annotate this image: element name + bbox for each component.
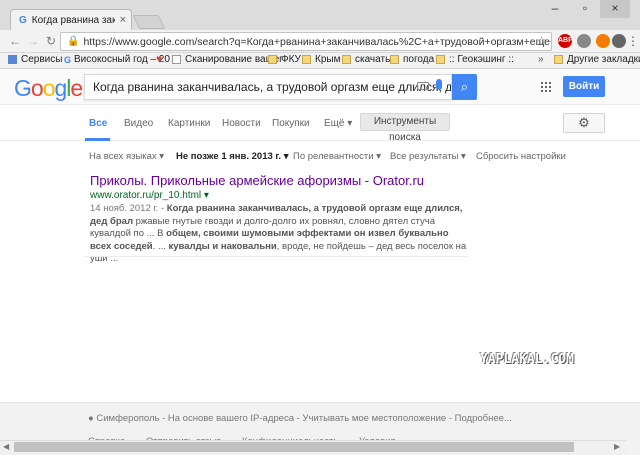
folder-icon bbox=[302, 55, 311, 64]
bookmark-scanning[interactable]: Сканирование вашег bbox=[172, 54, 283, 65]
location-line[interactable]: ● Симферополь - На основе вашего IP-адре… bbox=[88, 413, 512, 424]
folder-icon bbox=[268, 55, 277, 64]
filter-reset[interactable]: Сбросить настройки bbox=[476, 151, 566, 162]
tab-shopping[interactable]: Покупки bbox=[272, 118, 310, 129]
bookmark-crimea[interactable]: Крым bbox=[302, 54, 340, 65]
new-tab-button[interactable] bbox=[132, 15, 166, 29]
apps-grid-icon[interactable] bbox=[541, 82, 551, 92]
address-bar[interactable]: 🔒 https://www.google.com/search?q=Когда+… bbox=[60, 32, 552, 51]
filter-date[interactable]: Не позже 1 янв. 2013 г. ▾ bbox=[176, 151, 288, 162]
bookmark-other[interactable]: Другие закладки bbox=[554, 54, 640, 65]
google-favicon-icon: G bbox=[64, 54, 72, 65]
scroll-right-arrow-icon[interactable]: ▶ bbox=[614, 442, 620, 451]
page-icon bbox=[172, 55, 181, 64]
results-divider bbox=[85, 256, 469, 257]
microphone-icon[interactable] bbox=[436, 79, 442, 90]
result-date: 14 нояб. 2012 г. - bbox=[90, 203, 167, 214]
browser-toolbar: ← → ↻ 🔒 https://www.google.com/search?q=… bbox=[0, 30, 640, 53]
bookmark-download[interactable]: скачать bbox=[342, 54, 390, 65]
bookmark-services[interactable]: Сервисы bbox=[8, 54, 62, 65]
tab-close-icon[interactable]: × bbox=[120, 14, 126, 26]
browser-tab[interactable]: G Когда рванина заканчи × bbox=[10, 9, 132, 30]
search-input[interactable]: Когда рванина заканчивалась, а трудовой … bbox=[84, 74, 452, 100]
search-tools-button[interactable]: Инструменты поиска bbox=[360, 113, 450, 143]
bookmarks-bar: Сервисы G Високосный год – 20 ♥ Сканирова… bbox=[0, 53, 640, 69]
filter-sort[interactable]: По релевантности ▾ bbox=[293, 151, 381, 162]
bookmark-leap-year[interactable]: G Високосный год – 20 bbox=[64, 54, 170, 65]
title-bar: G Когда рванина заканчи × – ▫ × bbox=[0, 0, 640, 30]
keyboard-icon[interactable] bbox=[417, 82, 429, 90]
extension-gray-icon[interactable] bbox=[577, 34, 591, 48]
search-tools-filters: На всех языках ▾ Не позже 1 янв. 2013 г.… bbox=[0, 141, 640, 165]
search-icon: ⌕ bbox=[460, 79, 469, 94]
back-arrow-icon[interactable]: ← bbox=[8, 34, 22, 48]
extension-flame-icon[interactable] bbox=[596, 34, 610, 48]
search-tabs: Все Видео Картинки Новости Покупки Ещё ▾… bbox=[0, 105, 640, 143]
google-header: Google Когда рванина заканчивалась, а тр… bbox=[0, 70, 640, 105]
bookmark-fku[interactable]: ФКУ bbox=[268, 54, 301, 65]
search-button[interactable]: ⌕ bbox=[452, 74, 477, 100]
tab-video[interactable]: Видео bbox=[124, 118, 153, 129]
folder-icon bbox=[342, 55, 351, 64]
adblock-icon[interactable]: ABP bbox=[558, 34, 573, 48]
tab-images[interactable]: Картинки bbox=[168, 118, 210, 129]
bookmarks-overflow[interactable]: » bbox=[538, 54, 544, 65]
tab-news[interactable]: Новости bbox=[222, 118, 261, 129]
search-result: Приколы. Прикольные армейские афоризмы -… bbox=[90, 173, 470, 266]
tab-title: Когда рванина заканчи bbox=[31, 14, 115, 26]
filter-results[interactable]: Все результаты ▾ bbox=[390, 151, 466, 162]
gear-icon[interactable]: ⚙ bbox=[563, 113, 605, 133]
folder-icon bbox=[390, 55, 399, 64]
url-text[interactable]: https://www.google.com/search?q=Когда+рв… bbox=[83, 36, 551, 48]
map-pin-icon: ♥ bbox=[156, 54, 162, 65]
reload-icon[interactable]: ↻ bbox=[44, 34, 58, 48]
extension-dark-icon[interactable] bbox=[612, 34, 626, 48]
google-results-page: Google Когда рванина заканчивалась, а тр… bbox=[0, 70, 640, 455]
bookmark-star-icon[interactable]: ☆ bbox=[536, 34, 547, 48]
close-window-button[interactable]: × bbox=[600, 0, 630, 18]
signin-button[interactable]: Войти bbox=[563, 76, 605, 97]
folder-icon bbox=[436, 55, 445, 64]
snippet-text-2: . ... bbox=[152, 240, 169, 252]
filter-language[interactable]: На всех языках ▾ bbox=[89, 151, 164, 162]
snippet-bold-3: кувалды и наковальни bbox=[168, 240, 277, 252]
maximize-button[interactable]: ▫ bbox=[570, 0, 600, 18]
tab-more[interactable]: Ещё ▾ bbox=[324, 118, 352, 129]
tab-all[interactable]: Все bbox=[89, 118, 107, 129]
result-title-link[interactable]: Приколы. Прикольные армейские афоризмы -… bbox=[90, 173, 470, 188]
lock-icon: 🔒 bbox=[67, 36, 80, 47]
folder-icon bbox=[554, 55, 563, 64]
watermark: YAPLAKAL.COM bbox=[480, 352, 574, 367]
bookmark-weather[interactable]: погода bbox=[390, 54, 434, 65]
apps-grid-icon bbox=[8, 55, 17, 64]
minimize-button[interactable]: – bbox=[540, 0, 570, 18]
forward-arrow-icon[interactable]: → bbox=[26, 34, 40, 48]
scrollbar-thumb[interactable] bbox=[14, 442, 574, 452]
bookmark-maps[interactable]: ♥ bbox=[156, 54, 162, 65]
scroll-left-arrow-icon[interactable]: ◀ bbox=[3, 442, 9, 451]
google-favicon-icon: G bbox=[19, 14, 27, 26]
google-logo[interactable]: Google bbox=[14, 75, 83, 102]
bookmark-geocaching[interactable]: :: Геокэшинг :: bbox=[436, 54, 514, 65]
result-url[interactable]: www.orator.ru/pr_10.html ▾ bbox=[90, 190, 470, 201]
menu-icon[interactable]: ⋮ bbox=[626, 34, 640, 48]
